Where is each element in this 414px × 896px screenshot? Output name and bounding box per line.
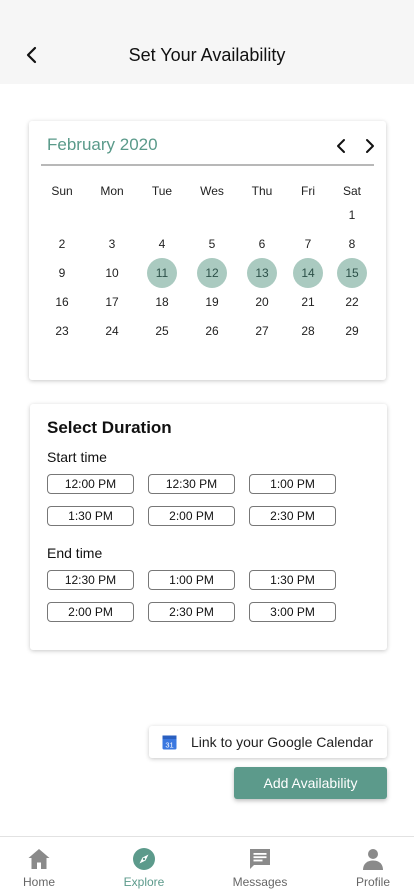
- weekday-label: Wes: [200, 184, 224, 198]
- end-time-label: End time: [47, 545, 103, 561]
- bottom-nav: Home Explore Messages Profile: [0, 836, 414, 896]
- nav-label-explore: Explore: [123, 875, 165, 889]
- nav-label-messages: Messages: [232, 875, 288, 889]
- calendar-day[interactable]: 17: [97, 287, 127, 317]
- calendar-day[interactable]: 10: [97, 258, 127, 288]
- home-icon: [28, 849, 50, 869]
- nav-item-profile[interactable]: Profile: [333, 837, 413, 896]
- nav-item-home[interactable]: Home: [0, 837, 79, 896]
- calendar-day[interactable]: 23: [47, 316, 77, 346]
- calendar-day[interactable]: 24: [97, 316, 127, 346]
- header: Set Your Availability: [0, 0, 414, 84]
- person-icon: [363, 849, 383, 870]
- add-availability-button[interactable]: Add Availability: [234, 767, 387, 799]
- weekday-label: Sun: [51, 184, 73, 198]
- nav-label-profile: Profile: [355, 875, 390, 889]
- end-time-option[interactable]: 1:30 PM: [249, 570, 336, 590]
- start-time-option[interactable]: 1:30 PM: [47, 506, 134, 526]
- weekday-label: Sat: [342, 184, 361, 198]
- calendar-day-selected[interactable]: 15: [337, 258, 367, 288]
- calendar-day[interactable]: 1: [337, 200, 367, 230]
- svg-text:31: 31: [165, 740, 173, 749]
- nav-label-home: Home: [22, 875, 55, 889]
- chevron-left-icon: [337, 139, 345, 153]
- calendar-card: February 2020 Sun Mon Tue Wes Thu Fri Sat 1234…: [29, 121, 386, 380]
- calendar-day[interactable]: 18: [147, 287, 177, 317]
- end-time-option[interactable]: 1:00 PM: [148, 570, 235, 590]
- calendar-day[interactable]: 21: [293, 287, 323, 317]
- chevron-right-icon: [366, 139, 374, 153]
- duration-card: Select Duration Start time 12:00 PM 12:30…: [30, 404, 387, 650]
- end-time-option[interactable]: 12:30 PM: [47, 570, 134, 590]
- calendar-day[interactable]: 4: [147, 229, 177, 259]
- calendar-day-selected[interactable]: 12: [197, 258, 227, 288]
- start-time-option[interactable]: 2:30 PM: [249, 506, 336, 526]
- weekday-label: Fri: [301, 184, 315, 198]
- calendar-day-selected[interactable]: 11: [147, 258, 177, 288]
- calendar-day[interactable]: 22: [337, 287, 367, 317]
- nav-item-messages[interactable]: Messages: [220, 837, 300, 896]
- calendar-day[interactable]: 8: [337, 229, 367, 259]
- start-time-option[interactable]: 1:00 PM: [249, 474, 336, 494]
- calendar-day[interactable]: 6: [247, 229, 277, 259]
- google-calendar-link-label: Link to your Google Calendar: [191, 734, 374, 750]
- nav-item-explore[interactable]: Explore: [104, 837, 184, 896]
- weekday-label: Tue: [151, 184, 173, 198]
- start-time-option[interactable]: 12:00 PM: [47, 474, 134, 494]
- calendar-day[interactable]: 16: [47, 287, 77, 317]
- start-time-option[interactable]: 12:30 PM: [148, 474, 235, 494]
- prev-month-button[interactable]: [333, 137, 349, 155]
- calendar-day[interactable]: 19: [197, 287, 227, 317]
- page-title: Set Your Availability: [128, 45, 286, 65]
- calendar-day[interactable]: 25: [147, 316, 177, 346]
- start-time-option[interactable]: 2:00 PM: [148, 506, 235, 526]
- compass-icon: [133, 848, 155, 870]
- next-month-button[interactable]: [362, 137, 378, 155]
- calendar-day[interactable]: 26: [197, 316, 227, 346]
- calendar-day[interactable]: 3: [97, 229, 127, 259]
- end-time-option[interactable]: 3:00 PM: [249, 602, 336, 622]
- calendar-day[interactable]: 27: [247, 316, 277, 346]
- calendar-day-selected[interactable]: 14: [293, 258, 323, 288]
- start-time-label: Start time: [47, 449, 107, 465]
- google-calendar-icon: 31: [162, 735, 177, 750]
- calendar-day[interactable]: 28: [293, 316, 323, 346]
- message-icon: [250, 849, 270, 869]
- end-time-option[interactable]: 2:00 PM: [47, 602, 134, 622]
- calendar-day[interactable]: 20: [247, 287, 277, 317]
- calendar-day[interactable]: 5: [197, 229, 227, 259]
- calendar-day[interactable]: 9: [47, 258, 77, 288]
- calendar-day[interactable]: 29: [337, 316, 367, 346]
- google-calendar-link-button[interactable]: 31 Link to your Google Calendar: [149, 726, 387, 758]
- calendar-divider: [41, 164, 374, 166]
- calendar-day-selected[interactable]: 13: [247, 258, 277, 288]
- calendar-day[interactable]: 7: [293, 229, 323, 259]
- weekday-label: Mon: [100, 184, 124, 198]
- calendar-day[interactable]: 2: [47, 229, 77, 259]
- end-time-option[interactable]: 2:30 PM: [148, 602, 235, 622]
- weekday-label: Thu: [251, 184, 273, 198]
- month-label: February 2020: [47, 135, 158, 154]
- duration-title: Select Duration: [47, 418, 172, 437]
